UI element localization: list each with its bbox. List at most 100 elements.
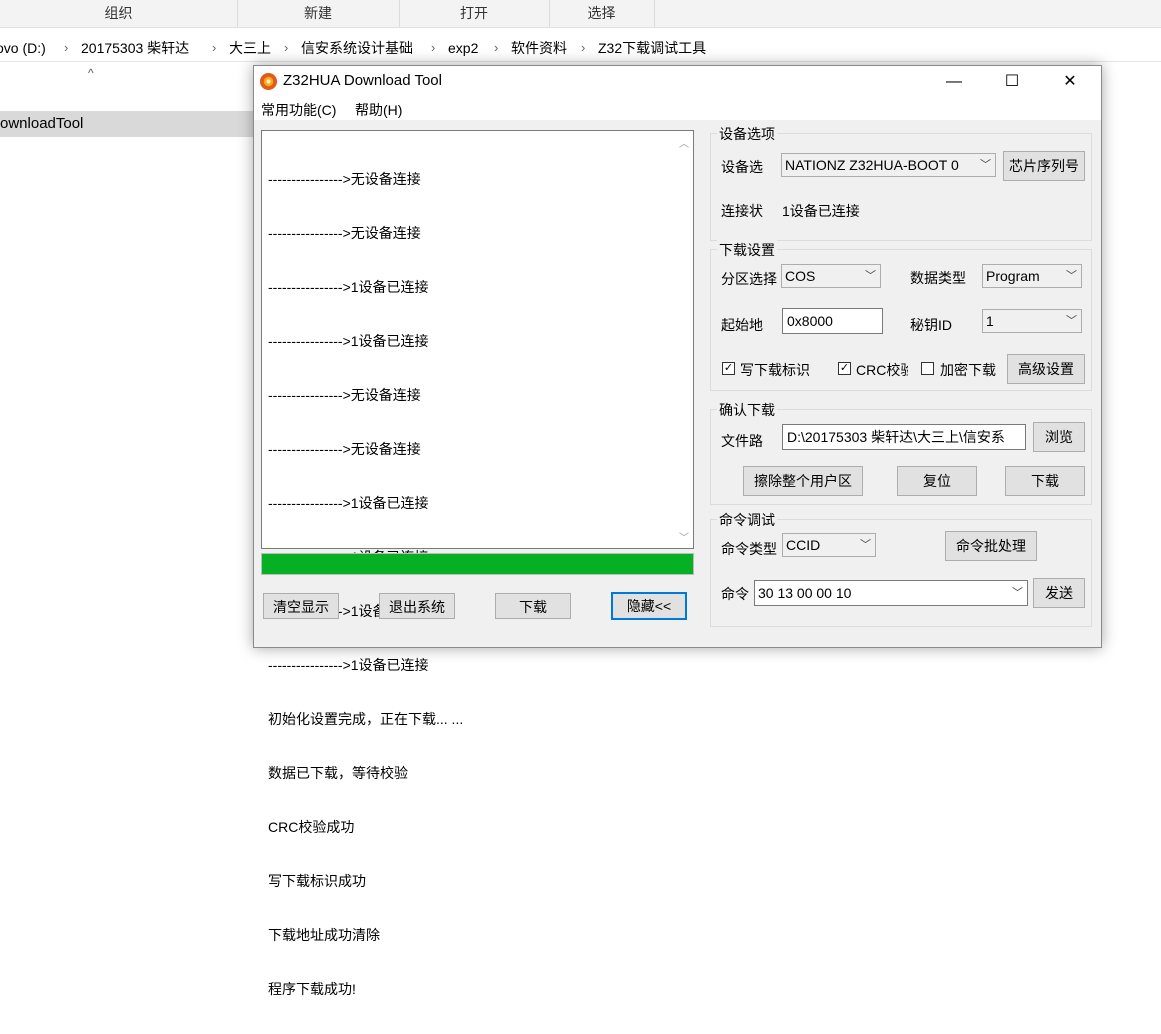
breadcrumb-folder-software[interactable]: 软件资料 [511,38,567,58]
menu-common-functions[interactable]: 常用功能(C) [261,100,336,120]
chevron-right-icon: › [494,40,499,55]
sunburst-app-icon [259,72,278,91]
progress-fill [262,554,693,574]
chevron-right-icon: › [581,40,586,55]
crc-checkbox[interactable]: ✓ [838,362,851,375]
download-tool-window: Z32HUA Download Tool — ☐ ✕ 常用功能(C) 帮助(H)… [253,65,1102,997]
key-id-value: 1 [986,313,994,329]
partition-label: 分区选择 [721,271,777,287]
breadcrumb-folder-exp2[interactable]: exp2 [448,38,478,58]
command-value: 30 13 00 00 10 [758,585,852,601]
encrypt-checkbox[interactable] [921,362,934,375]
command-type-select[interactable]: CCID ﹀ [782,533,876,557]
command-type-value: CCID [786,537,821,553]
log-line: 程序下载成功! [268,981,356,997]
chevron-right-icon: › [284,40,289,55]
key-id-select[interactable]: 1 ﹀ [982,309,1082,333]
chevron-down-icon: ﹀ [980,159,991,171]
clear-display-button[interactable]: 清空显示 [263,593,339,619]
breadcrumb-folder-course[interactable]: 信安系统设计基础 [301,38,413,58]
confirm-download-label: 确认下载 [717,400,777,420]
exit-system-button[interactable]: 退出系统 [379,593,455,619]
command-label: 命令 [721,586,749,602]
log-line: ---------------->无设备连接 [268,225,421,241]
maximize-icon: ☐ [1004,73,1020,90]
connection-status-value: 1设备已连接 [782,203,860,219]
log-line: 数据已下载，等待校验 [268,765,408,781]
send-button[interactable]: 发送 [1033,578,1085,608]
command-input[interactable]: 30 13 00 00 10 ﹀ [754,580,1028,606]
breadcrumb-drive[interactable]: ovo (D:) [0,38,46,58]
advanced-settings-button[interactable]: 高级设置 [1007,354,1085,384]
connection-status-label: 连接状 [721,203,763,219]
device-options-group [710,133,1092,241]
command-batch-button[interactable]: 命令批处理 [945,531,1037,561]
device-select-value: NATIONZ Z32HUA-BOOT 0 [785,157,959,173]
log-line: ---------------->1设备已连接 [268,279,429,295]
download-settings-label: 下载设置 [717,240,777,260]
chevron-down-icon: ﹀ [860,539,871,551]
breadcrumb-folder-user[interactable]: 20175303 柴轩达 [81,38,189,58]
chevron-right-icon: › [212,40,217,55]
ribbon-group-select[interactable]: 选择 [549,0,655,27]
device-select-label: 设备选 [721,159,763,175]
file-path-input[interactable]: D:\20175303 柴轩达\大三上\信安系 [782,424,1026,450]
ribbon-group-organize[interactable]: 组织 [0,0,238,27]
maximize-button[interactable]: ☐ [983,66,1041,98]
download-button-bottom[interactable]: 下载 [495,593,571,619]
chevron-down-icon: ﹀ [1066,315,1077,327]
command-type-label: 命令类型 [721,541,777,557]
hide-button[interactable]: 隐藏<< [611,592,687,620]
start-address-input[interactable]: 0x8000 [782,308,883,334]
log-line: 下载地址成功清除 [268,927,380,943]
close-button[interactable]: ✕ [1041,66,1099,98]
ribbon-group-new[interactable]: 新建 [237,0,400,27]
close-icon: ✕ [1063,73,1077,90]
download-progress-bar [261,553,694,575]
log-line: 写下载标识成功 [268,873,366,889]
log-line: ---------------->1设备已连接 [268,657,429,673]
device-options-label: 设备选项 [717,124,777,144]
log-line: ---------------->无设备连接 [268,387,421,403]
log-lines: ---------------->无设备连接 ---------------->… [268,134,668,1034]
browse-button[interactable]: 浏览 [1033,422,1085,452]
breadcrumb-folder-tool[interactable]: Z32下载调试工具 [598,38,706,58]
log-line: ---------------->无设备连接 [268,171,421,187]
file-path-label: 文件路 [721,433,763,449]
log-scrollbar[interactable]: ︿ ﹀ [676,131,693,548]
data-type-select[interactable]: Program ﹀ [982,264,1082,288]
chevron-down-icon: ﹀ [1012,587,1023,599]
data-type-value: Program [986,268,1040,284]
checkmark-icon: ✓ [839,362,850,374]
file-list-item[interactable]: ownloadTool [0,111,260,137]
log-line: CRC校验成功 [268,819,355,835]
log-output[interactable]: ---------------->无设备连接 ---------------->… [261,130,694,997]
scroll-up-icon[interactable]: ︿ [679,135,689,150]
sort-up-icon[interactable]: ^ [88,66,94,80]
minimize-button[interactable]: — [925,66,983,98]
encrypt-label: 加密下载 [940,362,996,378]
chevron-down-icon: ﹀ [865,270,876,282]
breadcrumb-folder-term[interactable]: 大三上 [229,38,271,58]
chevron-down-icon: ﹀ [1066,270,1077,282]
command-debug-label: 命令调试 [717,510,777,530]
key-id-label: 秘钥ID [910,317,952,333]
start-address-label: 起始地 [721,317,763,333]
erase-user-area-button[interactable]: 擦除整个用户区 [743,466,863,496]
partition-select[interactable]: COS ﹀ [781,264,881,288]
file-name: ownloadTool [0,115,84,132]
download-button[interactable]: 下载 [1005,466,1085,496]
ribbon-group-open[interactable]: 打开 [399,0,550,27]
chevron-right-icon: › [431,40,436,55]
write-flag-checkbox[interactable]: ✓ [722,362,735,375]
data-type-label: 数据类型 [910,270,966,286]
chip-serial-button[interactable]: 芯片序列号 [1003,151,1085,181]
device-select[interactable]: NATIONZ Z32HUA-BOOT 0 ﹀ [781,153,996,177]
menu-help[interactable]: 帮助(H) [355,100,402,120]
chevron-right-icon: › [64,40,69,55]
reset-button[interactable]: 复位 [897,466,977,496]
scroll-down-icon[interactable]: ﹀ [679,529,689,544]
log-line: ---------------->无设备连接 [268,441,421,457]
minimize-icon: — [946,73,962,90]
log-line: 初始化设置完成，正在下载... ... [268,711,464,727]
